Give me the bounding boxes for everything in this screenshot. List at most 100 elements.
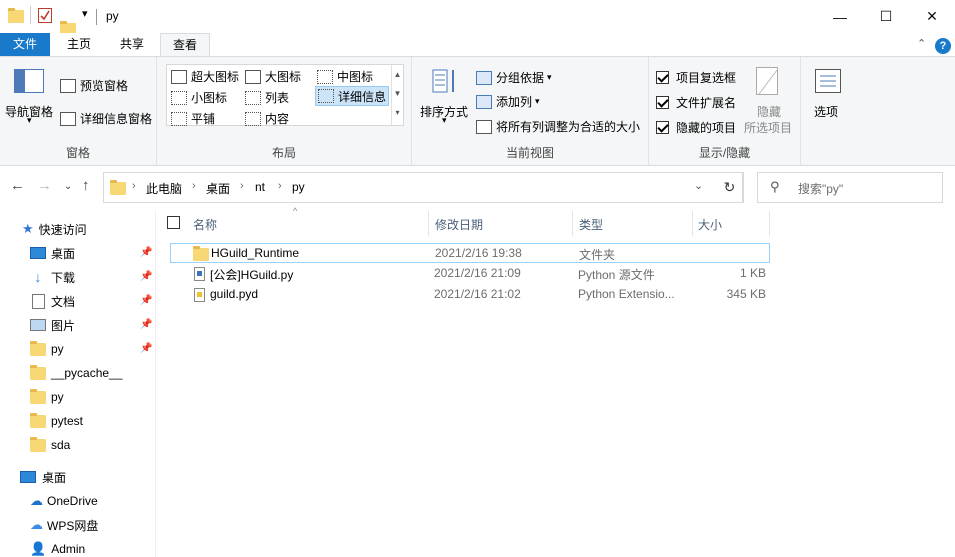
column-header-modified[interactable]: 修改日期 xyxy=(435,213,483,235)
preview-pane-button[interactable]: 预览窗格 xyxy=(60,77,128,94)
sidebar-item-label: 桌面 xyxy=(42,470,67,485)
extra-large-icons-label: 超大图标 xyxy=(191,70,240,84)
preview-pane-label: 预览窗格 xyxy=(80,79,129,93)
item-checkboxes-label: 项目复选框 xyxy=(676,71,737,85)
file-extensions-label: 文件扩展名 xyxy=(676,96,737,110)
details-pane-button[interactable]: 详细信息窗格 xyxy=(60,110,152,127)
pin-icon: 📌 xyxy=(140,319,153,330)
sidebar-item-pycache[interactable]: __pycache__ xyxy=(30,362,122,384)
sidebar-item-desktop-root[interactable]: 桌面 xyxy=(20,466,66,488)
file-row[interactable]: HGuild_Runtime 2021/2/16 19:38 文件夹 xyxy=(170,243,770,263)
breadcrumb-nt[interactable]: nt xyxy=(255,180,265,194)
sidebar-item-documents[interactable]: 文档 xyxy=(30,290,75,312)
panes-group-label: 窗格 xyxy=(65,146,90,160)
hide-selected-label[interactable]: 隐藏 xyxy=(757,103,781,120)
layout-list[interactable]: 列表 xyxy=(245,89,289,106)
layout-small-icons[interactable]: 小图标 xyxy=(171,89,227,106)
help-icon[interactable]: ? xyxy=(935,38,951,54)
breadcrumb-this-pc[interactable]: 此电脑 xyxy=(146,180,182,197)
options-icon[interactable] xyxy=(815,69,841,93)
minimize-button[interactable]: — xyxy=(817,0,863,33)
file-extensions-toggle[interactable]: 文件扩展名 xyxy=(656,94,736,111)
sidebar-item-downloads[interactable]: ↓ 下载 xyxy=(30,266,76,288)
column-header-size[interactable]: 大小 xyxy=(698,213,722,235)
address-dropdown-icon[interactable]: ⌄ xyxy=(694,179,703,192)
sort-by-icon[interactable] xyxy=(431,67,459,95)
layout-tiles[interactable]: 平铺 xyxy=(171,110,215,127)
column-divider[interactable] xyxy=(572,211,573,236)
hide-selected-label-2[interactable]: 所选项目 xyxy=(744,119,792,136)
recent-locations-icon[interactable]: ⌄ xyxy=(64,181,72,192)
column-divider[interactable] xyxy=(428,211,429,236)
sidebar-item-admin[interactable]: 👤 Admin xyxy=(30,538,85,557)
tab-view[interactable]: 查看 xyxy=(160,33,210,57)
column-divider[interactable] xyxy=(692,211,693,236)
sidebar-item-label: __pycache__ xyxy=(51,366,123,380)
item-checkboxes-toggle[interactable]: 项目复选框 xyxy=(656,69,736,86)
list-label: 列表 xyxy=(265,91,290,105)
group-by-button[interactable]: 分组依据 ▾ xyxy=(476,69,552,86)
back-arrow-icon[interactable]: ← xyxy=(10,177,25,194)
file-row[interactable]: [公会]HGuild.py 2021/2/16 21:09 Python 源文件… xyxy=(170,264,770,284)
layout-large-icons[interactable]: 大图标 xyxy=(245,68,301,85)
layout-extra-large-icons[interactable]: 超大图标 xyxy=(171,68,239,85)
gallery-scroll[interactable]: ▲ ▼ ▾ xyxy=(391,65,403,125)
cloud-icon: ☁ xyxy=(30,493,43,508)
show-hide-group: 项目复选框 文件扩展名 隐藏的项目 隐藏 所选项目 显示/隐藏 xyxy=(649,57,801,165)
sidebar-item-pytest[interactable]: pytest xyxy=(30,410,83,432)
layout-medium-icons[interactable]: 中图标 xyxy=(317,68,373,85)
sidebar-item-onedrive[interactable]: ☁ OneDrive xyxy=(30,490,98,512)
sidebar-item-pictures[interactable]: 图片 xyxy=(30,314,75,336)
column-divider[interactable] xyxy=(769,211,770,236)
ribbon-tabs: 文件 主页 共享 查看 xyxy=(0,33,955,57)
layout-content[interactable]: 内容 xyxy=(245,110,289,127)
size-all-columns-button[interactable]: 将所有列调整为合适的大小 xyxy=(476,118,640,135)
hidden-items-toggle[interactable]: 隐藏的项目 xyxy=(656,119,736,136)
close-button[interactable]: ✕ xyxy=(909,0,955,33)
hidden-items-label: 隐藏的项目 xyxy=(676,121,737,135)
folder-icon xyxy=(30,388,46,404)
refresh-button[interactable]: ↻ xyxy=(716,172,744,203)
navigation-pane-dropdown-icon[interactable]: ▾ xyxy=(27,115,32,126)
up-arrow-icon[interactable]: ↑ xyxy=(82,177,90,194)
sidebar-item-py-2[interactable]: py xyxy=(30,386,64,408)
file-row[interactable]: guild.pyd 2021/2/16 21:02 Python Extensi… xyxy=(170,285,770,305)
folder-icon xyxy=(193,246,209,261)
breadcrumb-py[interactable]: py xyxy=(292,180,305,194)
layout-details[interactable]: 详细信息 xyxy=(315,86,390,106)
sidebar-item-wps[interactable]: ☁ WPS网盘 xyxy=(30,514,98,536)
item-checkboxes-checkbox[interactable] xyxy=(656,71,669,84)
select-all-checkbox[interactable] xyxy=(167,216,180,229)
customize-toolbar-icon[interactable]: ▾ xyxy=(82,7,88,20)
tab-home[interactable]: 主页 xyxy=(57,33,101,56)
medium-icons-icon xyxy=(317,69,333,84)
sidebar-quick-access[interactable]: ★ 快速访问 xyxy=(22,218,87,240)
sidebar-item-desktop[interactable]: 桌面 xyxy=(30,242,75,264)
tab-share[interactable]: 共享 xyxy=(110,33,154,56)
forward-arrow-icon[interactable]: → xyxy=(37,177,52,194)
options-button[interactable]: 选项 xyxy=(814,103,838,120)
breadcrumb-separator: › xyxy=(192,180,196,192)
navigation-pane-icon[interactable] xyxy=(14,69,44,93)
breadcrumb-desktop[interactable]: 桌面 xyxy=(206,180,230,197)
hidden-items-checkbox[interactable] xyxy=(656,121,669,134)
pictures-icon xyxy=(30,319,46,331)
column-header-type[interactable]: 类型 xyxy=(579,213,603,235)
address-bar[interactable]: › 此电脑 › 桌面 › nt › py ⌄ xyxy=(103,172,743,203)
medium-icons-label: 中图标 xyxy=(337,70,374,84)
collapse-ribbon-icon[interactable]: ⌃ xyxy=(917,37,926,50)
maximize-button[interactable]: ☐ xyxy=(863,0,909,33)
sidebar-item-sda[interactable]: sda xyxy=(30,434,70,456)
pin-icon: 📌 xyxy=(140,295,153,306)
tab-file[interactable]: 文件 xyxy=(0,33,50,56)
sort-by-dropdown-icon[interactable]: ▾ xyxy=(442,115,447,126)
search-box[interactable]: ⚲ 搜索"py" xyxy=(757,172,943,203)
current-view-group-label: 当前视图 xyxy=(505,146,554,160)
sidebar-item-py[interactable]: py xyxy=(30,338,64,360)
large-icons-label: 大图标 xyxy=(265,70,302,84)
size-all-columns-label: 将所有列调整为合适的大小 xyxy=(496,120,641,134)
properties-icon[interactable] xyxy=(38,8,52,23)
column-header-name[interactable]: 名称 xyxy=(193,213,217,235)
add-columns-button[interactable]: 添加列 ▾ xyxy=(476,93,540,110)
file-extensions-checkbox[interactable] xyxy=(656,96,669,109)
